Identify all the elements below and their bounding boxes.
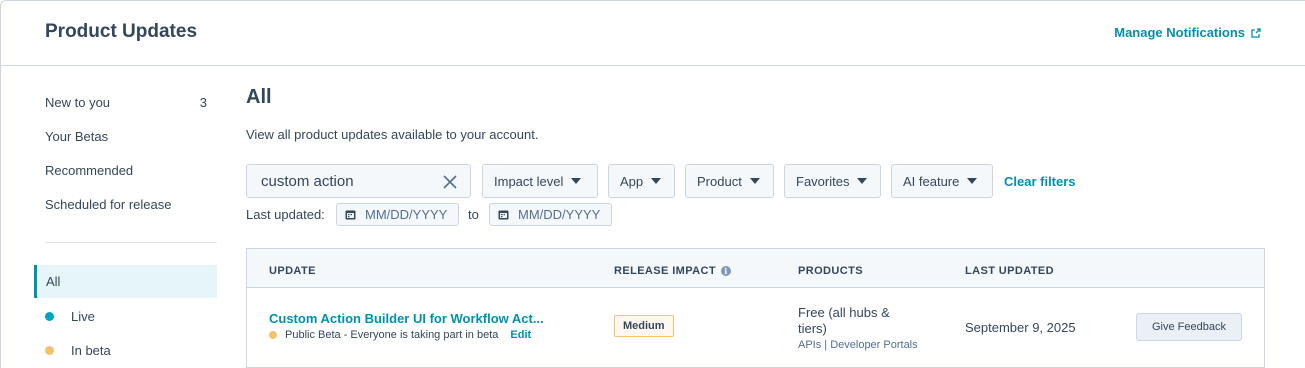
give-feedback-button[interactable]: Give Feedback: [1136, 313, 1242, 341]
edit-link[interactable]: Edit: [510, 329, 531, 341]
app-filter[interactable]: App: [608, 164, 675, 198]
date-from-placeholder: MM/DD/YYYY: [365, 207, 448, 222]
sidebar-item-label: Recommended: [45, 163, 134, 178]
update-status: Public Beta - Everyone is taking part in…: [269, 329, 531, 341]
caret-down-icon: [651, 178, 662, 184]
info-icon[interactable]: i: [720, 266, 731, 276]
caret-down-icon: [967, 178, 978, 184]
sidebar-item-count: 3: [199, 95, 207, 110]
column-header-label: RELEASE IMPACT: [614, 265, 716, 277]
clear-filters-button[interactable]: Clear filters: [1004, 174, 1076, 189]
products-main: Free (all hubs & tiers): [798, 305, 890, 336]
caret-down-icon: [857, 178, 868, 184]
sidebar-item-label: Your Betas: [45, 129, 109, 144]
updates-table: UPDATE RELEASE IMPACT i PRODUCTS LAST UP…: [246, 248, 1265, 368]
clear-search-icon[interactable]: [443, 175, 457, 189]
sidebar-item-label: In beta: [71, 343, 111, 358]
section-title: All: [246, 86, 272, 108]
page-title: Product Updates: [45, 21, 198, 42]
sidebar-item-label: New to you: [45, 95, 111, 110]
filter-label: Impact level: [494, 173, 564, 189]
search-value: custom action: [261, 173, 354, 190]
calendar-icon: [345, 210, 356, 220]
caret-down-icon: [749, 178, 760, 184]
section-description: View all product updates available to yo…: [246, 127, 539, 142]
caret-down-icon: [571, 178, 582, 184]
sidebar-item-in-beta[interactable]: In beta: [45, 343, 111, 358]
sidebar-item-all[interactable]: All: [34, 265, 217, 298]
sidebar-item-label: Scheduled for release: [45, 197, 172, 212]
filter-label: App: [620, 173, 644, 189]
date-to-placeholder: MM/DD/YYYY: [518, 207, 601, 222]
header: Product Updates Manage Notifications: [0, 0, 1305, 66]
table-header: UPDATE RELEASE IMPACT i PRODUCTS LAST UP…: [247, 249, 1264, 288]
date-to-input[interactable]: MM/DD/YYYY: [489, 203, 612, 226]
product-filter[interactable]: Product: [685, 164, 774, 198]
sidebar-item-label: Live: [71, 309, 95, 324]
manage-notifications-label: Manage Notifications: [1114, 25, 1245, 40]
filter-label: Product: [697, 173, 742, 189]
sidebar-item-scheduled[interactable]: Scheduled for release: [45, 197, 217, 212]
search-input[interactable]: custom action: [246, 164, 471, 198]
products-sub: APIs | Developer Portals: [798, 339, 918, 351]
last-updated-value: September 9, 2025: [965, 320, 1076, 335]
external-link-icon: [1251, 27, 1261, 38]
sidebar-item-live[interactable]: Live: [45, 309, 95, 324]
column-header-release-impact[interactable]: RELEASE IMPACT i: [614, 265, 731, 277]
live-status-dot: [45, 312, 54, 321]
impact-badge: Medium: [614, 315, 674, 337]
table-row: Custom Action Builder UI for Workflow Ac…: [247, 288, 1264, 368]
last-updated-label: Last updated:: [246, 207, 325, 222]
filter-label: Favorites: [796, 173, 850, 189]
beta-status-dot: [269, 331, 277, 339]
update-title-link[interactable]: Custom Action Builder UI for Workflow Ac…: [269, 311, 544, 326]
beta-status-dot: [45, 346, 54, 355]
date-from-input[interactable]: MM/DD/YYYY: [336, 203, 459, 226]
sidebar-divider: [45, 242, 217, 243]
update-status-text: Public Beta - Everyone is taking part in…: [285, 329, 499, 341]
ai-feature-filter[interactable]: AI feature: [891, 164, 993, 198]
calendar-icon: [498, 210, 509, 220]
filter-label: AI feature: [903, 173, 960, 189]
impact-level-filter[interactable]: Impact level: [482, 164, 598, 198]
column-header-last-updated[interactable]: LAST UPDATED: [965, 265, 1054, 277]
sidebar-item-recommended[interactable]: Recommended: [45, 163, 217, 178]
column-header-update[interactable]: UPDATE: [269, 265, 316, 277]
to-label: to: [468, 207, 479, 222]
manage-notifications-link[interactable]: Manage Notifications: [1114, 25, 1261, 40]
sidebar-item-new-to-you[interactable]: New to you 3: [45, 95, 217, 110]
column-header-products[interactable]: PRODUCTS: [798, 265, 863, 277]
favorites-filter[interactable]: Favorites: [784, 164, 881, 198]
sidebar-item-your-betas[interactable]: Your Betas: [45, 129, 217, 144]
